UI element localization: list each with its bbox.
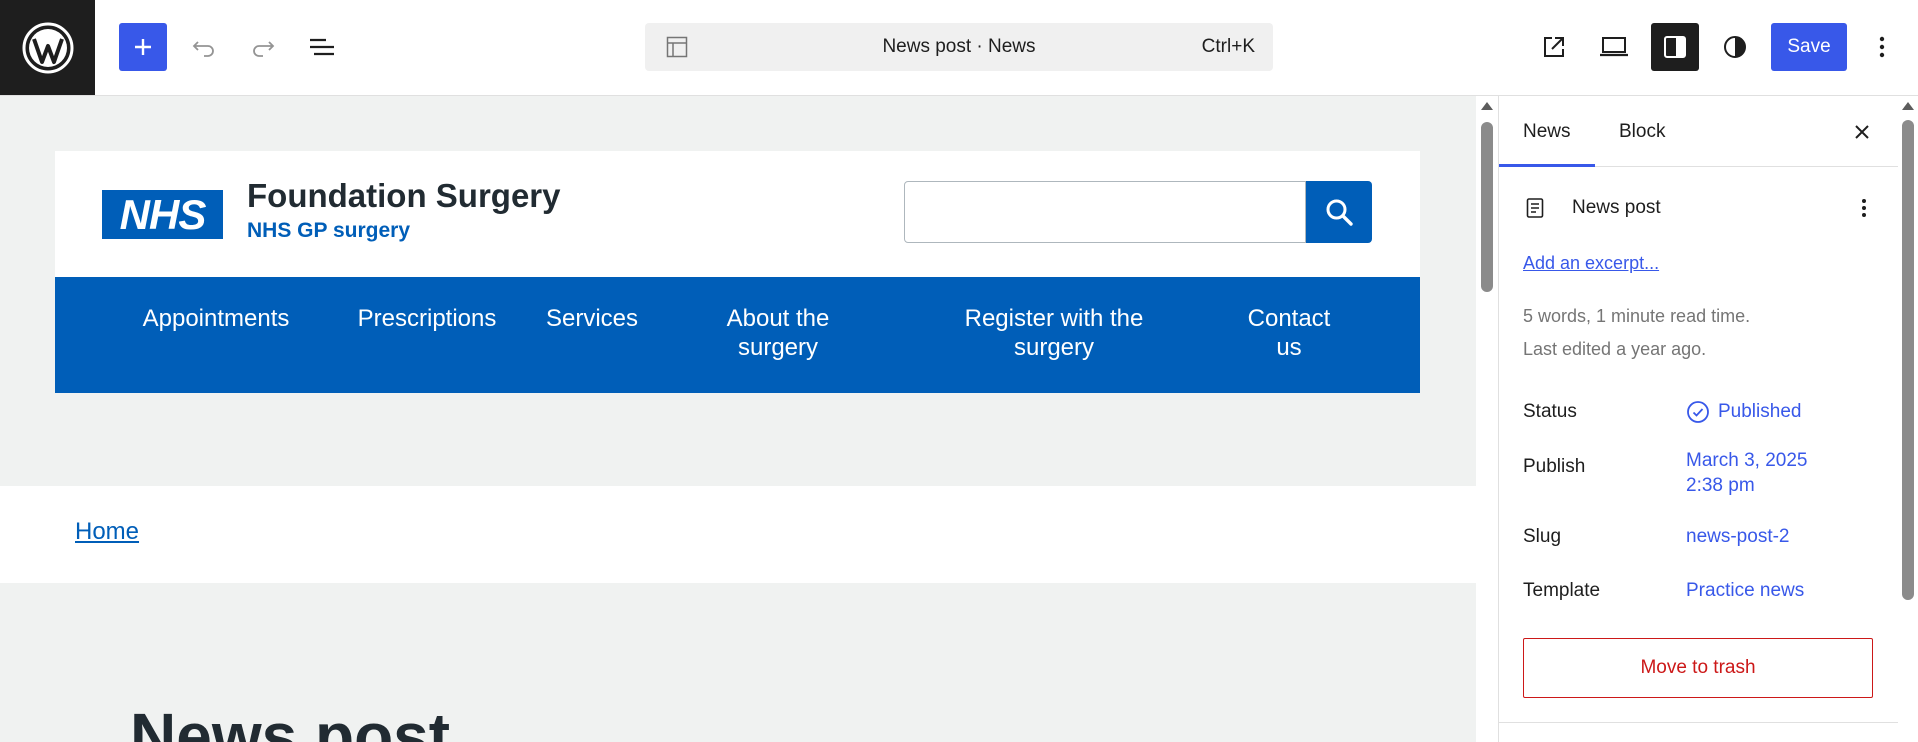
undo-button[interactable] bbox=[180, 23, 228, 71]
tab-news[interactable]: News bbox=[1499, 96, 1595, 167]
nav-item-register[interactable]: Register with the surgery bbox=[949, 304, 1159, 362]
site-title[interactable]: Foundation Surgery bbox=[247, 177, 561, 215]
list-view-icon bbox=[310, 38, 334, 56]
breadcrumb-home-link[interactable]: Home bbox=[75, 518, 139, 546]
nav-item-services[interactable]: Services bbox=[537, 304, 647, 333]
command-palette-bar[interactable]: News post · News Ctrl+K bbox=[645, 23, 1273, 71]
add-block-button[interactable] bbox=[119, 23, 167, 71]
template-label: Template bbox=[1523, 580, 1601, 601]
editor-toolbar: News post · News Ctrl+K Save bbox=[0, 0, 1918, 96]
nav-item-prescriptions[interactable]: Prescriptions bbox=[345, 304, 509, 333]
close-sidebar-button[interactable] bbox=[1838, 108, 1886, 156]
keyboard-shortcut: Ctrl+K bbox=[1201, 36, 1255, 57]
redo-icon bbox=[253, 41, 275, 57]
nhs-logo[interactable]: NHS bbox=[102, 190, 223, 239]
slug-label: Slug bbox=[1523, 526, 1562, 547]
nav-item-about[interactable]: About the surgery bbox=[713, 304, 843, 362]
nhs-logo-text: NHS bbox=[119, 190, 207, 238]
sidebar-scrollbar[interactable] bbox=[1898, 96, 1918, 742]
save-button[interactable]: Save bbox=[1771, 23, 1847, 71]
publish-date-text: March 3, 2025 bbox=[1686, 450, 1808, 471]
publish-date-value[interactable]: March 3, 2025 2:38 pm bbox=[1686, 448, 1807, 498]
post-actions-button[interactable] bbox=[1844, 188, 1884, 228]
read-time-text: 5 words, 1 minute read time. bbox=[1523, 306, 1751, 326]
settings-toggle-button[interactable] bbox=[1651, 23, 1699, 71]
external-link-icon bbox=[1544, 37, 1564, 57]
nav-item-appointments[interactable]: Appointments bbox=[128, 304, 304, 333]
wordpress-logo-icon[interactable] bbox=[0, 0, 95, 95]
scroll-up-arrow-icon[interactable] bbox=[1902, 102, 1914, 110]
vertical-ellipsis-icon bbox=[1879, 36, 1885, 58]
status-label: Status bbox=[1523, 401, 1577, 422]
canvas-scrollbar[interactable] bbox=[1476, 96, 1498, 742]
nav-item-contact[interactable]: Contact us bbox=[1238, 304, 1340, 362]
site-tagline[interactable]: NHS GP surgery bbox=[247, 219, 410, 243]
view-post-button[interactable] bbox=[1530, 23, 1578, 71]
sidebar-tabs: News Block bbox=[1499, 96, 1898, 167]
post-title[interactable]: News post bbox=[130, 704, 450, 742]
device-preview-button[interactable] bbox=[1590, 23, 1638, 71]
search-button[interactable] bbox=[1306, 181, 1372, 243]
contrast-icon bbox=[1724, 36, 1746, 58]
settings-sidebar: News Block News post Add an excerpt... 5… bbox=[1498, 96, 1898, 742]
post-card-title: News post bbox=[1572, 197, 1661, 218]
status-value-text: Published bbox=[1718, 401, 1802, 422]
published-check-icon bbox=[1687, 401, 1709, 423]
list-view-button[interactable] bbox=[298, 23, 346, 71]
editor-canvas[interactable]: NHS Foundation Surgery NHS GP surgery Ap… bbox=[0, 96, 1476, 742]
add-excerpt-link[interactable]: Add an excerpt... bbox=[1523, 253, 1659, 274]
search-input[interactable] bbox=[904, 181, 1306, 243]
breadcrumb: Home bbox=[0, 486, 1476, 583]
styles-button[interactable] bbox=[1711, 23, 1759, 71]
laptop-icon bbox=[1600, 37, 1628, 57]
document-icon bbox=[1526, 198, 1544, 218]
last-edited-text: Last edited a year ago. bbox=[1523, 339, 1707, 359]
scroll-up-arrow-icon[interactable] bbox=[1481, 102, 1493, 110]
status-value[interactable]: Published bbox=[1686, 399, 1801, 424]
move-to-trash-button[interactable]: Move to trash bbox=[1523, 638, 1873, 698]
template-value[interactable]: Practice news bbox=[1686, 578, 1804, 603]
site-header[interactable]: NHS Foundation Surgery NHS GP surgery bbox=[55, 151, 1420, 277]
redo-button[interactable] bbox=[239, 23, 287, 71]
search-icon bbox=[1326, 199, 1353, 226]
scrollbar-thumb[interactable] bbox=[1902, 120, 1914, 600]
document-title: News post · News bbox=[882, 36, 1036, 57]
sidebar-icon bbox=[1664, 36, 1686, 58]
options-menu-button[interactable] bbox=[1858, 23, 1906, 71]
undo-icon bbox=[192, 41, 214, 57]
sidebar-divider bbox=[1499, 722, 1898, 723]
close-icon bbox=[1855, 125, 1869, 139]
slug-value[interactable]: news-post-2 bbox=[1686, 524, 1790, 549]
publish-time-text: 2:38 pm bbox=[1686, 475, 1755, 496]
tab-block[interactable]: Block bbox=[1595, 96, 1689, 167]
scrollbar-thumb[interactable] bbox=[1481, 122, 1493, 292]
vertical-ellipsis-icon bbox=[1862, 199, 1866, 217]
publish-label: Publish bbox=[1523, 456, 1586, 477]
primary-navigation: Appointments Prescriptions Services Abou… bbox=[55, 277, 1420, 393]
plus-icon bbox=[135, 39, 151, 55]
